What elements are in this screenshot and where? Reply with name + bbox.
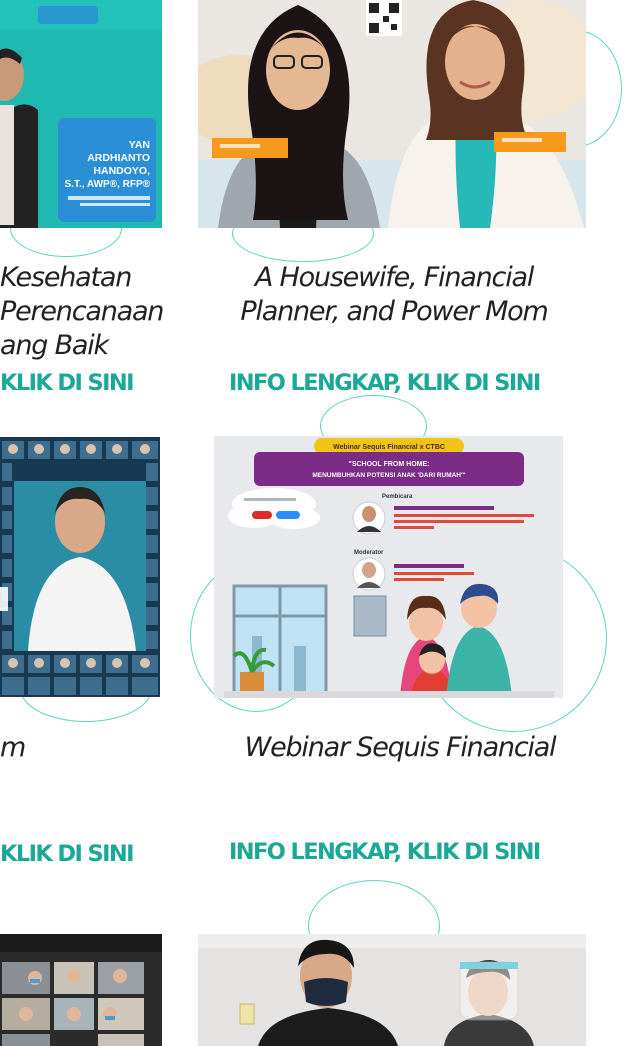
speaker-name-line: HANDOYO, <box>93 165 150 177</box>
section-label: Pembicara <box>382 494 413 500</box>
webinar-thumbnail-middle-left[interactable] <box>0 437 160 697</box>
caption-line: Perencanaan <box>0 296 164 327</box>
webinar-image <box>0 934 162 1046</box>
klik-di-sini-link[interactable]: KLIK DI SINI <box>0 841 134 867</box>
section-label: Moderator <box>354 550 384 556</box>
webinar-image <box>198 934 586 1046</box>
webinar-thumbnail-top-left[interactable]: YAN ARDHIANTO HANDOYO, S.T., AWP®, RFP® <box>0 0 162 228</box>
card-caption: A Housewife, Financial Planner, and Powe… <box>200 260 588 330</box>
webinar-thumbnail-bottom-right[interactable] <box>198 934 586 1046</box>
webinar-thumbnail-bottom-left[interactable] <box>0 934 162 1046</box>
webinar-badge-text: Webinar Sequis Financial x CTBC <box>333 444 445 451</box>
card-caption: Kesehatan Perencanaan ang Baik <box>0 260 164 364</box>
caption-line: ang Baik <box>0 330 109 361</box>
speaker-name-line: ARDHIANTO <box>87 152 150 164</box>
info-lengkap-link[interactable]: INFO LENGKAP, KLIK DI SINI <box>229 370 541 396</box>
webinar-title-line: "SCHOOL FROM HOME: <box>349 461 430 468</box>
webinar-thumbnail-top-right[interactable] <box>198 0 586 228</box>
webinar-image: YAN ARDHIANTO HANDOYO, S.T., AWP®, RFP® <box>0 0 162 228</box>
webinar-thumbnail-middle-right[interactable]: Webinar Sequis Financial x CTBC "SCHOOL … <box>214 436 563 698</box>
klik-di-sini-link[interactable]: KLIK DI SINI <box>0 370 134 396</box>
caption-line: Webinar Sequis Financial <box>244 732 557 763</box>
caption-line: m <box>0 732 26 763</box>
webinar-image <box>0 437 160 697</box>
webinar-title-line: MENUMBUHKAN POTENSI ANAK 'DARI RUMAH'" <box>312 472 465 479</box>
caption-line: Kesehatan <box>0 262 132 293</box>
card-caption: m <box>0 730 26 766</box>
caption-line: Planner, and Power Mom <box>240 296 548 327</box>
speaker-name-line: S.T., AWP®, RFP® <box>65 179 151 190</box>
info-lengkap-link[interactable]: INFO LENGKAP, KLIK DI SINI <box>229 839 541 865</box>
caption-line: A Housewife, Financial <box>254 262 535 293</box>
card-caption: Webinar Sequis Financial <box>200 730 600 766</box>
webinar-image: Webinar Sequis Financial x CTBC "SCHOOL … <box>214 436 563 698</box>
webinar-image <box>198 0 586 228</box>
speaker-name-line: YAN <box>129 139 150 151</box>
